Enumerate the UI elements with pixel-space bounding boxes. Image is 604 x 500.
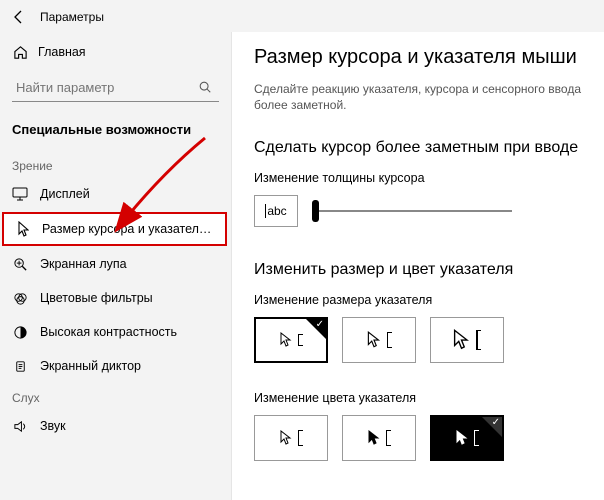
contrast-icon bbox=[12, 324, 28, 340]
pointer-color-inverted[interactable]: ✓ bbox=[430, 415, 504, 461]
titlebar: Параметры bbox=[0, 0, 604, 32]
sidebar-item-high-contrast[interactable]: Высокая контрастность bbox=[0, 315, 231, 349]
audio-icon bbox=[12, 418, 28, 434]
sidebar-item-color-filters[interactable]: Цветовые фильтры bbox=[0, 281, 231, 315]
pointer-color-label: Изменение цвета указателя bbox=[254, 391, 590, 405]
thickness-preview: abc bbox=[254, 195, 298, 227]
page-heading: Размер курсора и указателя мыши bbox=[254, 46, 590, 69]
pointer-size-options: ✓ bbox=[254, 317, 590, 363]
section-pointer-size-color: Изменить размер и цвет указателя bbox=[254, 261, 590, 279]
sidebar-label: Цветовые фильтры bbox=[40, 291, 219, 306]
cursor-icon bbox=[14, 221, 30, 237]
pointer-size-label: Изменение размера указателя bbox=[254, 293, 590, 307]
pointer-size-option-3[interactable] bbox=[430, 317, 504, 363]
pointer-size-option-1[interactable]: ✓ bbox=[254, 317, 328, 363]
sidebar-label: Звук bbox=[40, 419, 219, 434]
home-label: Главная bbox=[38, 45, 219, 60]
sidebar-item-narrator[interactable]: Экранный диктор bbox=[0, 349, 231, 383]
sidebar-group-hearing: Слух bbox=[0, 383, 231, 409]
sidebar-item-display[interactable]: Дисплей bbox=[0, 177, 231, 211]
display-icon bbox=[12, 186, 28, 202]
sidebar-label: Экранный диктор bbox=[40, 359, 219, 374]
magnifier-icon bbox=[12, 256, 28, 272]
narrator-icon bbox=[12, 358, 28, 374]
sidebar-label: Экранная лупа bbox=[40, 257, 219, 272]
sidebar-label: Дисплей bbox=[40, 187, 219, 202]
color-filter-icon bbox=[12, 290, 28, 306]
pointer-color-white[interactable] bbox=[254, 415, 328, 461]
thickness-label: Изменение толщины курсора bbox=[254, 171, 590, 185]
sidebar-item-magnifier[interactable]: Экранная лупа bbox=[0, 247, 231, 281]
section-cursor-thickness: Сделать курсор более заметным при вводе bbox=[254, 139, 590, 157]
pointer-size-option-2[interactable] bbox=[342, 317, 416, 363]
search-icon bbox=[197, 79, 213, 95]
sidebar-item-audio[interactable]: Звук bbox=[0, 409, 231, 443]
back-button[interactable] bbox=[10, 8, 28, 26]
search-input[interactable] bbox=[12, 74, 219, 102]
sidebar-item-cursor-size[interactable]: Размер курсора и указателя мыши bbox=[2, 212, 227, 246]
sidebar-section-title: Специальные возможности bbox=[0, 112, 231, 151]
preview-text: abc bbox=[267, 204, 286, 218]
window-title: Параметры bbox=[40, 10, 104, 24]
home-icon bbox=[12, 44, 28, 60]
thickness-slider[interactable] bbox=[312, 210, 512, 212]
sidebar: Главная Специальные возможности Зрение Д… bbox=[0, 32, 232, 500]
pointer-color-black[interactable] bbox=[342, 415, 416, 461]
page-description: Сделайте реакцию указателя, курсора и се… bbox=[254, 81, 590, 113]
content-pane: Размер курсора и указателя мыши Сделайте… bbox=[232, 32, 604, 500]
sidebar-group-vision: Зрение bbox=[0, 151, 231, 177]
sidebar-label: Размер курсора и указателя мыши bbox=[42, 222, 215, 237]
sidebar-home[interactable]: Главная bbox=[0, 36, 231, 68]
pointer-color-options: ✓ bbox=[254, 415, 590, 461]
sidebar-label: Высокая контрастность bbox=[40, 325, 219, 340]
